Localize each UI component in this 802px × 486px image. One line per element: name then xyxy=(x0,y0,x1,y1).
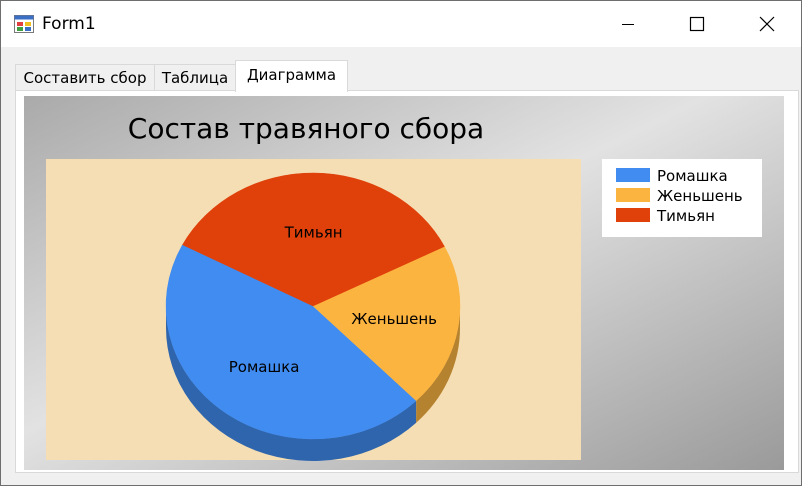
legend-label: Ромашка xyxy=(657,167,728,185)
legend-label: Тимьян xyxy=(656,207,715,225)
chart-title: Состав травяного сбора xyxy=(128,112,484,145)
pie-data-label: Ромашка xyxy=(229,358,300,376)
window-title: Form1 xyxy=(42,14,96,34)
legend: Ромашка Женьшень Тимьян xyxy=(602,159,762,237)
title-bar[interactable]: Form1 xyxy=(1,1,801,47)
legend-swatch xyxy=(616,168,650,182)
pie-slices xyxy=(165,172,461,440)
maximize-button[interactable] xyxy=(674,1,720,47)
maximize-icon xyxy=(689,16,705,32)
pie-data-label: Женьшень xyxy=(351,310,437,328)
app-window: Form1 Составить сбор Таблица Диаграмма С… xyxy=(0,0,802,486)
app-icon xyxy=(14,15,34,33)
minimize-button[interactable] xyxy=(605,1,651,47)
pie-chart: Состав травяного сбора Ромашка Женьшень Ти… xyxy=(24,96,784,470)
legend-label: Женьшень xyxy=(657,187,743,205)
close-button[interactable] xyxy=(744,1,790,47)
pie-data-label: Тимьян xyxy=(284,224,343,242)
legend-swatch xyxy=(616,208,650,222)
minimize-icon xyxy=(622,24,634,25)
legend-swatch xyxy=(616,188,650,202)
close-icon xyxy=(759,16,775,32)
tab-diagram[interactable]: Диаграмма xyxy=(235,60,348,92)
tab-table[interactable]: Таблица xyxy=(154,64,236,91)
tab-compose[interactable]: Составить сбор xyxy=(15,64,155,91)
